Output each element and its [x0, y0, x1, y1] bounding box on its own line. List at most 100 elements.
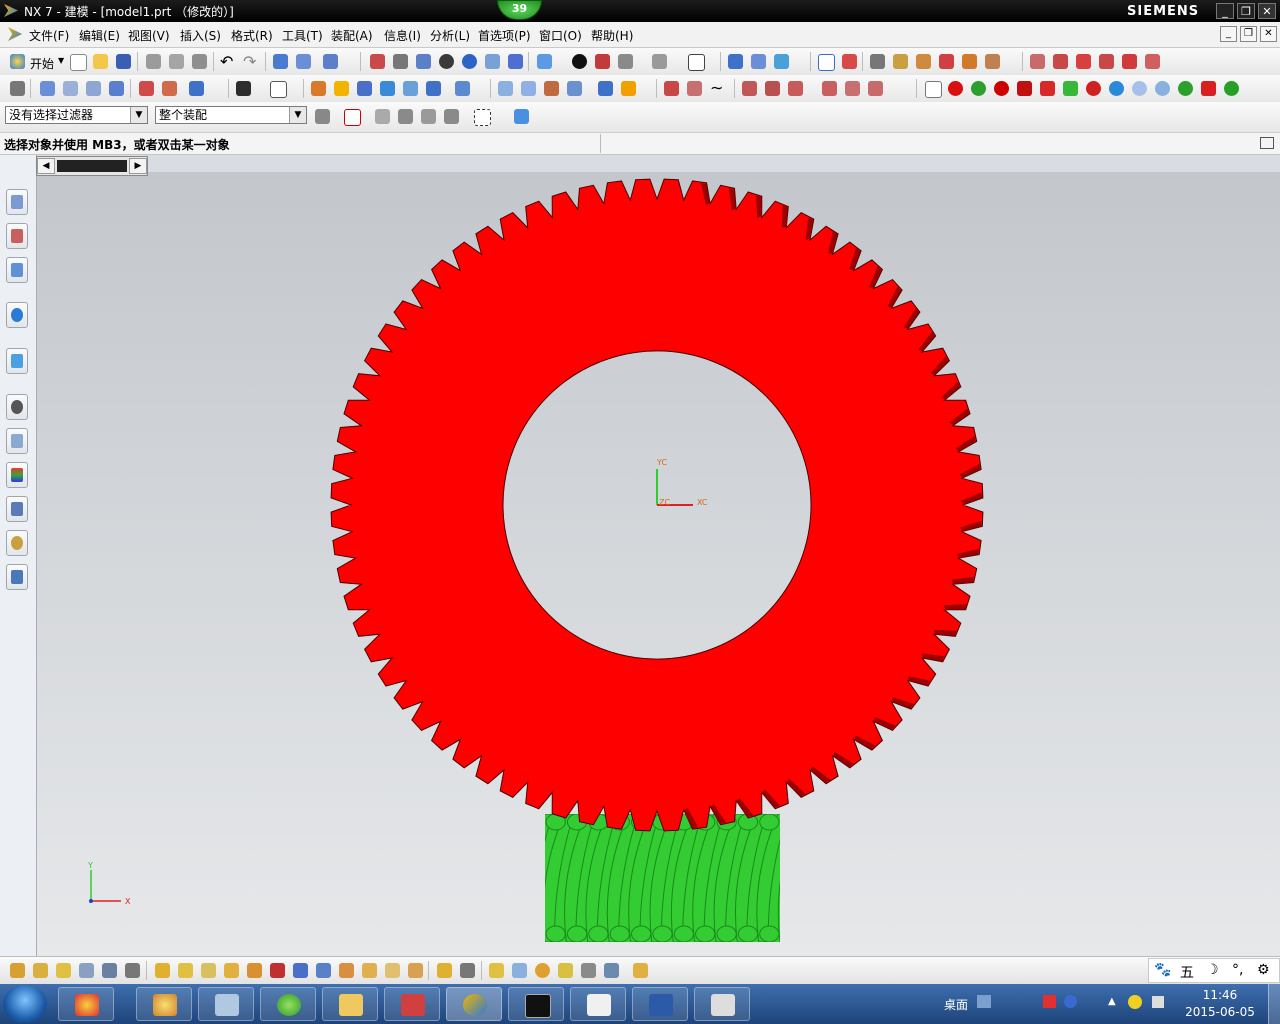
mesh-surface-icon[interactable] [765, 81, 780, 96]
gear-outline-icon[interactable] [1132, 81, 1147, 96]
select-edge-icon[interactable] [444, 109, 459, 124]
shell-icon[interactable] [357, 81, 372, 96]
rectangle-select-icon[interactable] [474, 109, 491, 126]
task-folder[interactable] [570, 987, 626, 1021]
copy-icon[interactable] [169, 54, 184, 69]
worm-icon[interactable] [1063, 81, 1078, 96]
menu-preferences[interactable]: 首选项(P) [478, 27, 531, 44]
angle-icon[interactable] [916, 54, 931, 69]
replace-face-icon[interactable] [544, 81, 559, 96]
task-word[interactable] [632, 987, 688, 1021]
offset-face-icon[interactable] [521, 81, 536, 96]
clearance-icon[interactable] [339, 963, 354, 978]
paste-icon[interactable] [192, 54, 207, 69]
hole-icon[interactable] [139, 81, 154, 96]
green-gear-icon[interactable] [1178, 81, 1193, 96]
wireframe-icon[interactable] [925, 81, 942, 98]
envelope-icon[interactable] [535, 963, 550, 978]
scroll-right-icon[interactable]: ▶ [129, 158, 147, 174]
edge-blend-icon[interactable] [311, 81, 326, 96]
orient-view-icon[interactable] [652, 54, 667, 69]
link-icon[interactable] [460, 963, 475, 978]
tray-app-icon[interactable] [1043, 995, 1056, 1008]
display-icon[interactable] [296, 54, 311, 69]
ime-punctuation-icon[interactable]: °, [1232, 962, 1243, 978]
start-button-orb[interactable] [3, 985, 47, 1023]
start-dropdown-icon[interactable]: ▼ [58, 56, 64, 65]
face-analysis-icon[interactable] [595, 54, 610, 69]
constraint-edit-icon[interactable] [178, 963, 193, 978]
bridge-icon[interactable] [868, 81, 883, 96]
system-materials-tab[interactable] [6, 428, 28, 454]
system-scene-tab[interactable] [6, 564, 28, 590]
move-face-icon[interactable] [498, 81, 513, 96]
task-explorer[interactable] [322, 987, 378, 1021]
reflection-icon[interactable] [1145, 54, 1160, 69]
selection-scope-dropdown[interactable]: 整个装配 ▼ [155, 106, 307, 124]
wcs-origin-icon[interactable] [728, 54, 743, 69]
revolve-icon[interactable] [63, 81, 78, 96]
zone-icon[interactable] [558, 963, 573, 978]
wcs-dynamic-icon[interactable] [774, 54, 789, 69]
load-options-icon[interactable] [512, 963, 527, 978]
red-cylinder-icon[interactable] [1017, 81, 1032, 96]
wcs-rotate-icon[interactable] [751, 54, 766, 69]
new-file-icon[interactable] [70, 54, 87, 71]
doc-close-button[interactable]: ✕ [1260, 26, 1277, 42]
task-ggg[interactable] [694, 987, 750, 1021]
constraint-navigator-tab[interactable] [6, 223, 28, 249]
mirror-assembly-icon[interactable] [79, 963, 94, 978]
menu-format[interactable]: 格式(R) [231, 27, 273, 44]
gap-icon[interactable] [1099, 54, 1114, 69]
block-icon[interactable] [189, 81, 204, 96]
task-tool[interactable] [384, 987, 440, 1021]
tray-network-icon[interactable] [1128, 995, 1142, 1009]
reuse-library-tab[interactable] [6, 302, 28, 328]
system-clock[interactable]: 11:46 2015-06-05 [1180, 987, 1260, 1021]
sync-modeling-icon[interactable] [598, 81, 613, 96]
redo-icon[interactable]: ↷ [243, 52, 256, 71]
section-icon[interactable] [1076, 54, 1091, 69]
snap-icon[interactable] [842, 54, 857, 69]
boss-icon[interactable] [162, 81, 177, 96]
ime-paw-icon[interactable]: 🐾 [1154, 962, 1171, 978]
verify-icon[interactable] [604, 963, 619, 978]
menu-window[interactable]: 窗口(O) [539, 27, 582, 44]
menu-tools[interactable]: 工具(T) [282, 27, 323, 44]
shaded-view-icon[interactable] [537, 54, 552, 69]
menu-edit[interactable]: 编辑(E) [79, 27, 120, 44]
draft-icon[interactable] [621, 81, 636, 96]
command-finder-icon[interactable] [323, 54, 338, 69]
explode-icon[interactable] [247, 963, 262, 978]
menu-assembly[interactable]: 装配(A) [331, 27, 373, 44]
zoom-window-icon[interactable] [393, 54, 408, 69]
interference-icon[interactable] [985, 54, 1000, 69]
lighting-icon[interactable] [572, 54, 587, 69]
curve-analysis-icon[interactable] [1030, 54, 1045, 69]
arrangements-icon[interactable] [316, 963, 331, 978]
rotate-icon[interactable] [462, 54, 477, 69]
select-face-icon[interactable] [421, 109, 436, 124]
component-array-icon[interactable] [56, 963, 71, 978]
remember-constraints-icon[interactable] [201, 963, 216, 978]
deformable-icon[interactable] [385, 963, 400, 978]
filter-reset-icon[interactable] [315, 109, 330, 124]
assembly-new-icon[interactable] [33, 963, 48, 978]
bevel-gear-icon[interactable] [1201, 81, 1216, 96]
pattern-icon[interactable] [380, 81, 395, 96]
close-button[interactable]: ✕ [1258, 3, 1276, 19]
tray-folder-icon[interactable] [977, 995, 991, 1008]
move-component-icon[interactable] [125, 963, 140, 978]
save-icon[interactable] [116, 54, 131, 69]
view-scroller[interactable]: ◀ ▶ [36, 156, 148, 176]
assembly-add-icon[interactable] [10, 963, 25, 978]
ruler-icon[interactable] [893, 54, 908, 69]
ime-halfwidth-icon[interactable]: ☽ [1206, 962, 1219, 978]
task-console[interactable] [508, 987, 564, 1021]
palette-tab[interactable] [6, 462, 28, 488]
fit-view-icon[interactable] [370, 54, 385, 69]
ruled-icon[interactable] [788, 81, 803, 96]
spline-icon[interactable]: ∼ [710, 78, 723, 97]
task-calculator[interactable] [198, 987, 254, 1021]
undo-icon[interactable]: ↶ [220, 52, 233, 71]
